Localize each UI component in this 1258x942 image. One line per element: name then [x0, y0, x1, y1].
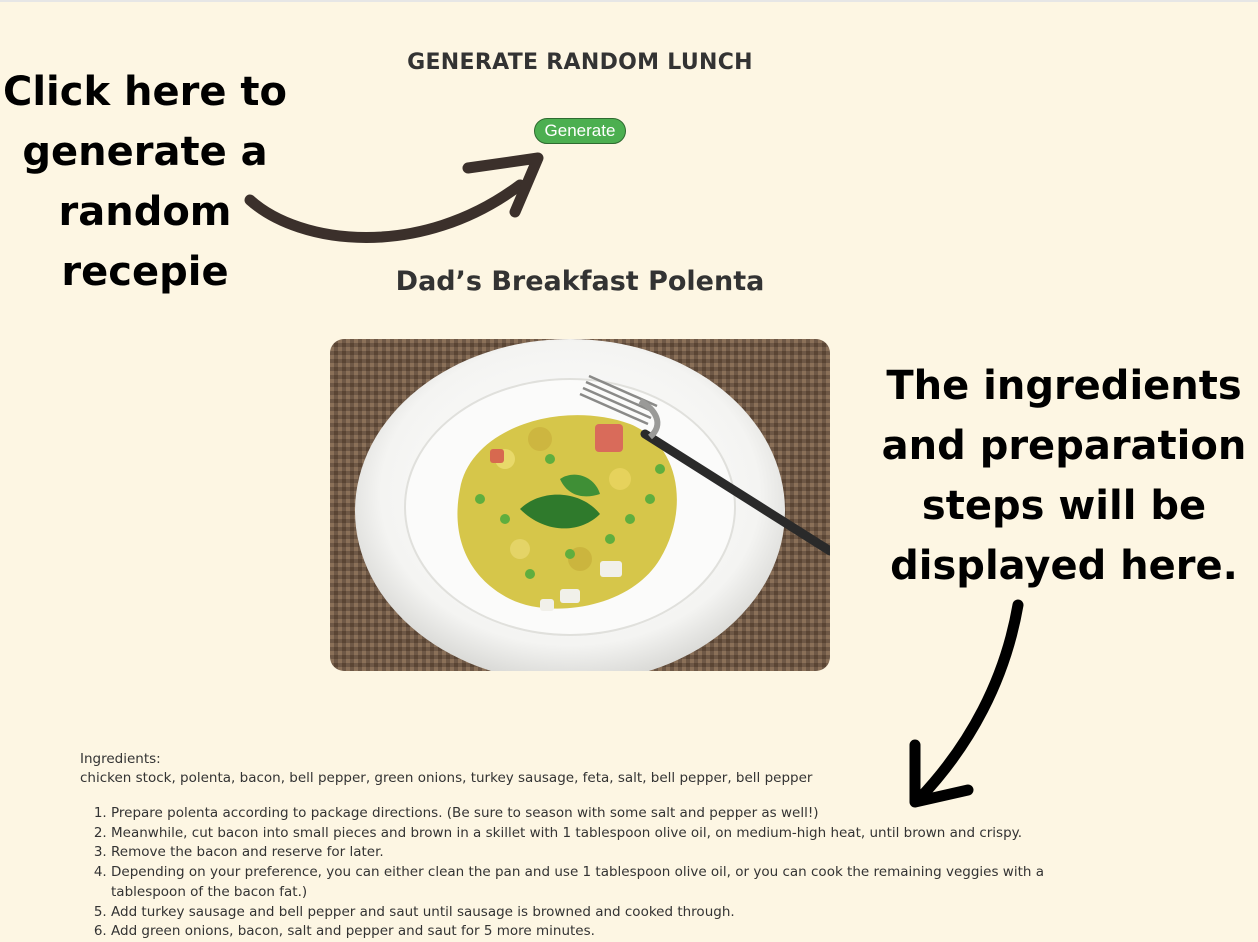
right-callout-line: displayed here.: [890, 543, 1238, 589]
generate-button[interactable]: Generate: [534, 118, 626, 144]
top-border: [0, 0, 1258, 2]
preparation-steps: Prepare polenta according to package dir…: [80, 804, 1101, 942]
ingredients-list: chicken stock, polenta, bacon, bell pepp…: [80, 770, 813, 786]
step-item: Prepare polenta according to package dir…: [111, 804, 1101, 824]
step-item: Remove the bacon and reserve for later.: [111, 843, 1101, 863]
right-callout-line: The ingredients: [886, 363, 1242, 409]
left-callout-line: generate a: [22, 129, 268, 175]
recipe-image: [330, 339, 830, 671]
ingredients-label: Ingredients:: [80, 751, 161, 767]
page-title: GENERATE RANDOM LUNCH: [407, 50, 753, 75]
right-callout: The ingredients and preparation steps wi…: [876, 356, 1252, 596]
ingredients-section: Ingredients: chicken stock, polenta, bac…: [80, 750, 1080, 788]
step-item: Add turkey sausage and bell pepper and s…: [111, 903, 1101, 923]
step-item: Add green onions, bacon, salt and pepper…: [111, 922, 1101, 942]
right-callout-line: steps will be: [921, 483, 1207, 529]
right-callout-line: and preparation: [881, 423, 1247, 469]
food-photo: [330, 339, 830, 671]
recipe-title: Dad’s Breakfast Polenta: [395, 266, 765, 297]
left-callout-line: Click here to: [2, 69, 287, 115]
left-callout: Click here to generate a random recepie: [0, 62, 290, 302]
left-callout-line: random: [58, 189, 232, 235]
step-item: Depending on your preference, you can ei…: [111, 863, 1101, 902]
step-item: Meanwhile, cut bacon into small pieces a…: [111, 824, 1101, 844]
left-callout-line: recepie: [61, 249, 229, 295]
